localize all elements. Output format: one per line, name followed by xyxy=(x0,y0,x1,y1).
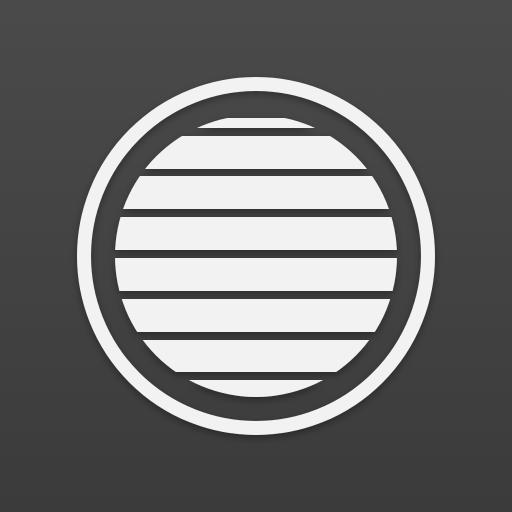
sphere-stripe xyxy=(115,299,397,332)
striped-globe-icon xyxy=(77,77,435,435)
sphere-stripe xyxy=(115,340,397,372)
app-icon-background xyxy=(0,0,512,512)
sphere-stripe xyxy=(115,176,397,209)
sphere-stripe xyxy=(115,258,397,291)
sphere-stripe xyxy=(115,217,397,250)
striped-sphere xyxy=(115,118,397,397)
outer-ring xyxy=(77,77,435,435)
sphere-stripe xyxy=(115,136,397,169)
